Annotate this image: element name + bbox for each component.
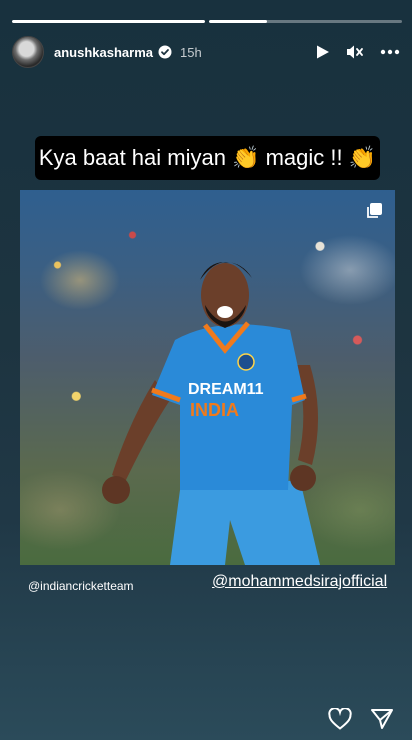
story-viewer[interactable]: anushkasharma 15h Kya baat hai miyan 👏 m… <box>0 0 412 740</box>
avatar[interactable] <box>12 36 44 68</box>
progress-segment <box>209 20 402 23</box>
play-icon[interactable] <box>316 44 330 60</box>
mention-tag-team[interactable]: @indiancricketteam <box>28 579 134 593</box>
story-header: anushkasharma 15h <box>12 36 400 68</box>
story-footer <box>328 708 394 730</box>
timestamp: 15h <box>180 44 202 60</box>
jersey-sponsor-text: DREAM11 <box>188 381 264 398</box>
player-illustration: DREAM11 INDIA <box>102 261 320 565</box>
mention-tag-player[interactable]: @mohammedsirajofficial <box>212 573 387 591</box>
more-icon[interactable] <box>380 49 400 55</box>
caption-text: Kya baat hai miyan 👏 magic !! 👏 <box>38 145 377 170</box>
mute-icon[interactable] <box>346 44 364 60</box>
heart-icon[interactable] <box>328 708 352 730</box>
jersey-country-text: INDIA <box>190 400 239 420</box>
username[interactable]: anushkasharma <box>54 45 153 60</box>
verified-badge-icon <box>158 45 172 59</box>
story-progress <box>12 20 402 23</box>
shared-post-image[interactable]: DREAM11 INDIA <box>20 190 395 565</box>
caption-sticker: Kya baat hai miyan 👏 magic !! 👏 <box>35 136 380 180</box>
multiple-posts-icon <box>365 202 383 225</box>
progress-segment <box>12 20 205 23</box>
send-icon[interactable] <box>370 708 394 730</box>
